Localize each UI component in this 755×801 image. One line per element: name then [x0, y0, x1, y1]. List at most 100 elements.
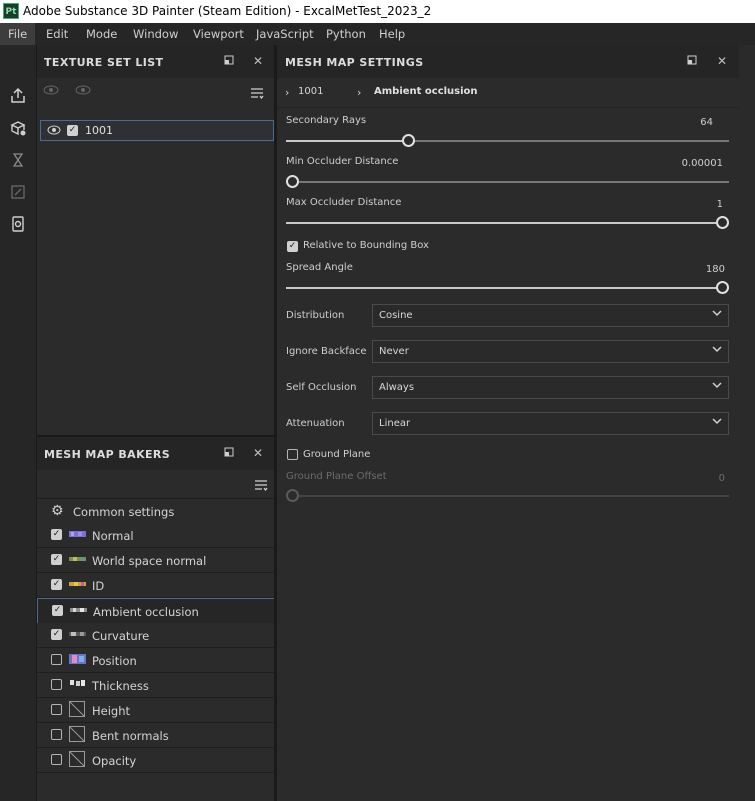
close-icon[interactable]: ✕ — [252, 55, 264, 67]
app-logo: Pt — [3, 3, 19, 19]
baker-checkbox[interactable]: ✓ — [51, 629, 62, 640]
menu-mode[interactable]: Mode — [78, 23, 125, 45]
baker-checkbox[interactable]: ✓ — [51, 529, 62, 540]
slider-handle[interactable] — [716, 281, 729, 294]
mesh-map-settings-title: MESH MAP SETTINGS — [285, 56, 424, 69]
max-occluder-distance-label: Max Occluder Distance — [286, 197, 402, 208]
texture-set-checkbox[interactable]: ✓ — [67, 125, 78, 136]
baker-label: Height — [92, 704, 131, 718]
hidden-eye-icon[interactable] — [43, 85, 59, 98]
menu-edit[interactable]: Edit — [38, 23, 76, 45]
texture-set-list-header: TEXTURE SET LIST ✕ — [37, 45, 275, 78]
spread-angle-value[interactable]: 180 — [706, 264, 725, 275]
baker-row-ambient-occlusion[interactable]: ✓ Ambient occlusion — [37, 598, 275, 624]
mesh-map-settings-header: MESH MAP SETTINGS ✕ — [277, 45, 739, 78]
texture-set-row[interactable]: ✓ 1001 — [40, 120, 274, 141]
common-settings-row[interactable]: ⚙ Common settings — [37, 498, 275, 524]
baker-checkbox[interactable] — [51, 754, 62, 765]
document-search-icon[interactable] — [8, 215, 28, 235]
chevron-right-icon: › — [285, 86, 290, 99]
dropdown-value: Never — [379, 346, 409, 357]
baker-label: World space normal — [92, 554, 207, 568]
bake-mesh-icon[interactable] — [8, 119, 28, 139]
hourglass-icon[interactable] — [8, 151, 28, 171]
mesh-map-settings-panel: MESH MAP SETTINGS ✕ › 1001 › Ambient occ… — [276, 45, 739, 801]
ground-plane-label: Ground Plane — [303, 449, 371, 460]
baker-row-thickness[interactable]: Thickness — [37, 673, 275, 698]
breadcrumb-texture-set[interactable]: 1001 — [298, 86, 323, 97]
eye-icon[interactable] — [75, 85, 91, 98]
texture-set-list-title: TEXTURE SET LIST — [44, 56, 164, 69]
list-menu-icon[interactable] — [250, 87, 264, 102]
chevron-right-icon: › — [357, 86, 362, 99]
common-settings-label: Common settings — [73, 505, 175, 519]
mesh-map-bakers-header: MESH MAP BAKERS ✕ — [37, 437, 275, 470]
baker-checkbox[interactable]: ✓ — [52, 605, 63, 616]
baker-row-opacity[interactable]: Opacity — [37, 748, 275, 773]
detach-panel-icon[interactable] — [686, 55, 698, 67]
export-icon[interactable] — [8, 87, 28, 107]
slider-handle[interactable] — [402, 134, 415, 147]
chevron-down-icon — [712, 380, 722, 393]
slider-handle[interactable] — [286, 489, 299, 502]
self-occlusion-dropdown[interactable]: Always — [372, 376, 729, 399]
ignore-backface-dropdown[interactable]: Never — [372, 340, 729, 363]
baker-label: Opacity — [92, 754, 137, 768]
slider-handle[interactable] — [716, 216, 729, 229]
min-occluder-distance-value[interactable]: 0.00001 — [682, 158, 723, 169]
max-occluder-distance-slider[interactable] — [286, 216, 729, 229]
baker-row-position[interactable]: Position — [37, 648, 275, 673]
texture-set-label: 1001 — [85, 124, 113, 137]
menu-javascript[interactable]: JavaScript — [248, 23, 322, 45]
baker-row-normal[interactable]: ✓ Normal — [37, 523, 275, 548]
visibility-eye-icon[interactable] — [47, 125, 61, 138]
ground-plane-offset-slider[interactable] — [286, 489, 729, 502]
menu-python[interactable]: Python — [318, 23, 374, 45]
relative-to-bounding-box-checkbox[interactable]: ✓ — [287, 241, 298, 252]
baker-row-height[interactable]: Height — [37, 698, 275, 723]
baker-row-world-space-normal[interactable]: ✓ World space normal — [37, 548, 275, 573]
baker-checkbox[interactable] — [51, 704, 62, 715]
menu-help[interactable]: Help — [371, 23, 413, 45]
spread-angle-label: Spread Angle — [286, 262, 353, 273]
menu-window[interactable]: Window — [125, 23, 186, 45]
link-icon[interactable] — [8, 183, 28, 203]
baker-checkbox[interactable] — [51, 729, 62, 740]
baker-row-bent-normals[interactable]: Bent normals — [37, 723, 275, 748]
min-occluder-distance-slider[interactable] — [286, 175, 729, 188]
baker-label: Thickness — [92, 679, 149, 693]
detach-panel-icon[interactable] — [223, 447, 235, 459]
detach-panel-icon[interactable] — [223, 55, 235, 67]
slider-handle[interactable] — [286, 175, 299, 188]
baker-row-id[interactable]: ✓ ID — [37, 573, 275, 598]
ambient-occlusion-thumbnail — [70, 604, 87, 616]
spread-angle-slider[interactable] — [286, 281, 729, 294]
baker-checkbox[interactable]: ✓ — [51, 579, 62, 590]
empty-map-icon — [69, 726, 85, 742]
menu-file[interactable]: File — [0, 23, 36, 45]
baker-checkbox[interactable] — [51, 679, 62, 690]
baker-row-curvature[interactable]: ✓ Curvature — [37, 623, 275, 648]
ground-plane-offset-label: Ground Plane Offset — [286, 471, 387, 482]
baker-checkbox[interactable]: ✓ — [51, 554, 62, 565]
close-icon[interactable]: ✕ — [716, 55, 728, 67]
chevron-down-icon — [712, 344, 722, 357]
distribution-dropdown[interactable]: Cosine — [372, 304, 729, 327]
attenuation-dropdown[interactable]: Linear — [372, 412, 729, 435]
breadcrumb-map[interactable]: Ambient occlusion — [374, 86, 478, 97]
ground-plane-offset-value[interactable]: 0 — [719, 473, 725, 484]
close-icon[interactable]: ✕ — [252, 447, 264, 459]
window-title: Adobe Substance 3D Painter (Steam Editio… — [23, 4, 432, 18]
menu-bar: File Edit Mode Window Viewport JavaScrip… — [0, 23, 755, 45]
mesh-map-bakers-title: MESH MAP BAKERS — [44, 448, 171, 461]
secondary-rays-value[interactable]: 64 — [700, 117, 713, 128]
secondary-rays-slider[interactable] — [286, 134, 729, 147]
max-occluder-distance-value[interactable]: 1 — [717, 199, 723, 210]
baker-checkbox[interactable] — [51, 654, 62, 665]
ground-plane-checkbox[interactable] — [287, 449, 298, 460]
position-map-thumbnail — [69, 653, 86, 665]
baker-label: Normal — [92, 529, 134, 543]
baker-label: ID — [92, 579, 105, 593]
list-menu-icon[interactable] — [254, 479, 268, 494]
menu-viewport[interactable]: Viewport — [185, 23, 252, 45]
